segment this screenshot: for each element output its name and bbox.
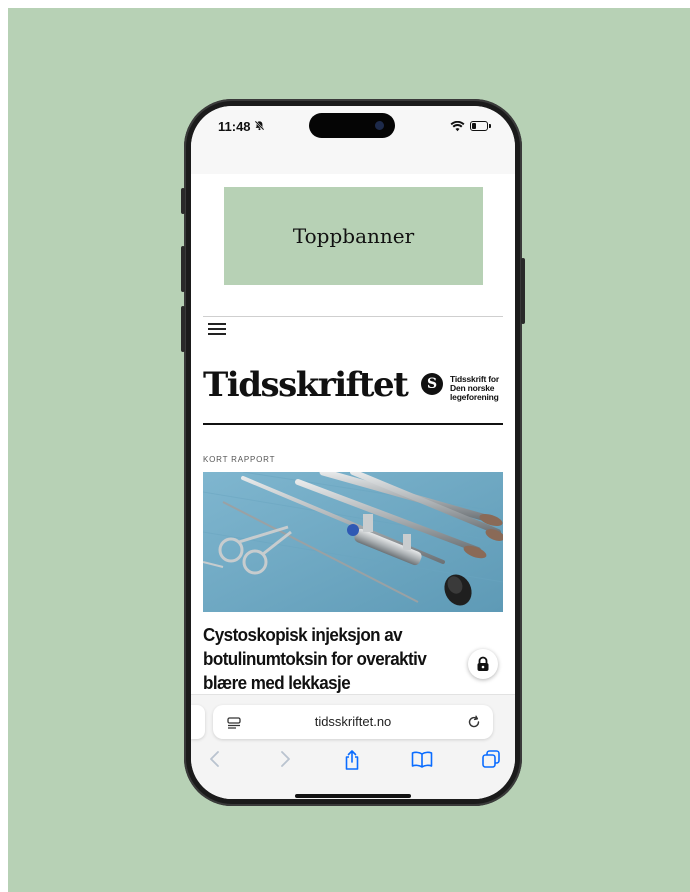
power-button bbox=[521, 258, 525, 324]
status-bar: 11:48 bbox=[191, 106, 515, 174]
header-divider bbox=[203, 316, 503, 317]
forward-icon[interactable] bbox=[277, 749, 293, 774]
dynamic-island bbox=[309, 113, 395, 138]
wifi-icon bbox=[450, 119, 465, 137]
home-indicator[interactable] bbox=[295, 794, 411, 798]
padlock-icon[interactable] bbox=[468, 649, 498, 679]
volume-down-button bbox=[181, 306, 185, 352]
article-kicker: KORT RAPPORT bbox=[203, 455, 276, 464]
logo-mark-icon: S bbox=[421, 373, 443, 395]
banner-label: Toppbanner bbox=[292, 224, 415, 248]
reload-icon[interactable] bbox=[467, 715, 481, 734]
action-button bbox=[181, 188, 185, 214]
hamburger-menu-icon[interactable] bbox=[208, 322, 226, 336]
url-text: tidsskriftet.no bbox=[314, 714, 392, 729]
status-time: 11:48 bbox=[218, 119, 251, 134]
address-bar[interactable]: tidsskriftet.no bbox=[213, 705, 493, 739]
volume-up-button bbox=[181, 246, 185, 292]
battery-icon bbox=[470, 121, 491, 131]
logo-subtitle: Tidsskrift for Den norske legeforening bbox=[450, 374, 499, 402]
tabs-icon[interactable] bbox=[481, 749, 501, 774]
site-logo[interactable]: Tidsskriftet bbox=[203, 368, 409, 402]
back-icon[interactable] bbox=[207, 749, 223, 774]
battery-level bbox=[472, 123, 476, 129]
bookmarks-icon[interactable] bbox=[411, 749, 433, 774]
browser-toolbar: tidsskriftet.no bbox=[191, 694, 515, 799]
camera-icon bbox=[375, 121, 384, 130]
phone-screen: 11:48 Toppbanner Tidsskriftet S Tidsskri… bbox=[191, 106, 515, 799]
browser-nav-row bbox=[191, 749, 515, 779]
share-icon[interactable] bbox=[343, 749, 361, 776]
article-headline[interactable]: Cystoskopisk injeksjon av botulinumtoksi… bbox=[203, 623, 444, 695]
masthead-rule bbox=[203, 423, 503, 425]
bell-slash-icon bbox=[254, 120, 265, 134]
previous-tab-peek[interactable] bbox=[191, 705, 205, 739]
top-banner-ad[interactable]: Toppbanner bbox=[224, 187, 483, 285]
article-image[interactable] bbox=[203, 472, 503, 612]
